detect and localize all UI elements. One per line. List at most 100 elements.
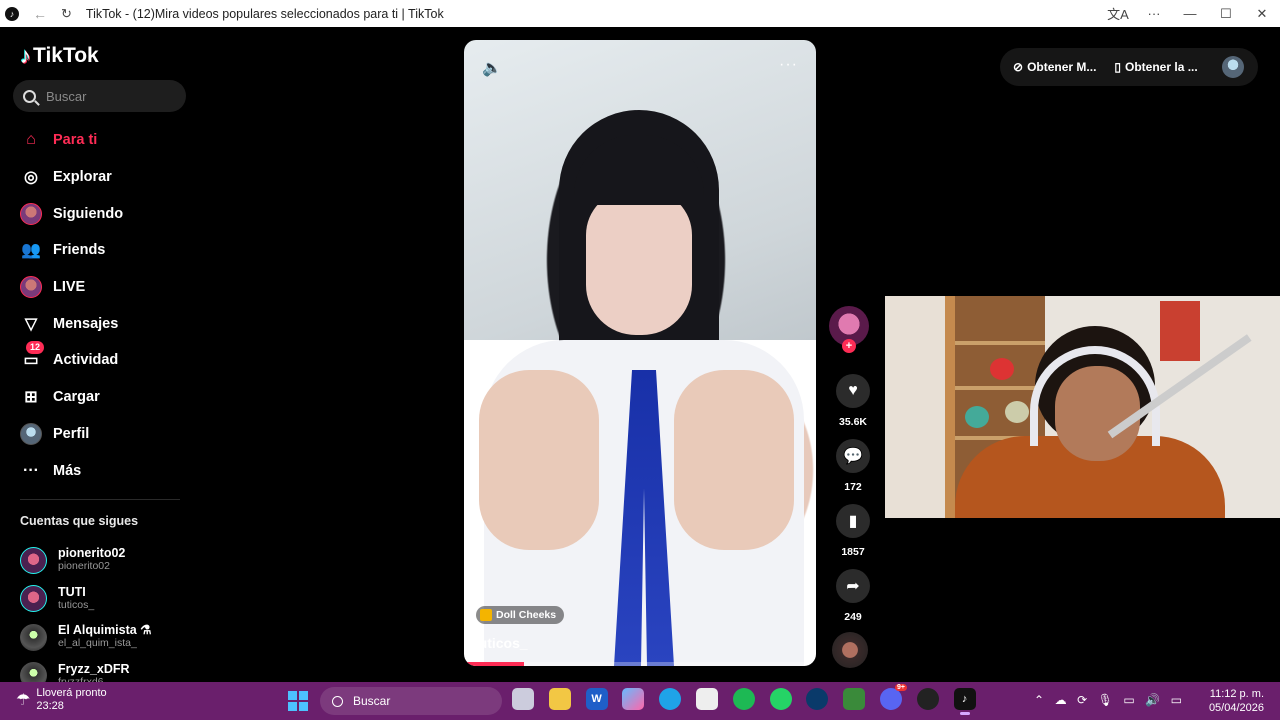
account-avatar <box>20 662 47 682</box>
follow-plus-icon[interactable]: + <box>842 339 856 353</box>
spotify-icon[interactable] <box>732 688 755 710</box>
word-icon[interactable]: W <box>585 688 608 710</box>
webcam-overlay <box>885 296 1280 518</box>
friends-icon: 👥 <box>21 242 41 260</box>
display-icon[interactable]: ▭ <box>1123 693 1134 707</box>
app-icon[interactable] <box>806 688 829 710</box>
task-view-icon[interactable] <box>512 688 534 710</box>
taskbar-search-label: Buscar <box>353 694 391 708</box>
following-account[interactable]: Fryzz_xDFR fryzzfrxd6 <box>20 657 200 682</box>
nav-label: Explorar <box>53 169 112 186</box>
clock-date: 05/04/2026 <box>1208 702 1264 714</box>
cam-toy <box>965 406 989 428</box>
clock-time: 11:12 p. m. <box>1209 688 1264 700</box>
video-progress-bar[interactable] <box>464 662 816 666</box>
get-desktop-label: Obtener la ... <box>1125 60 1198 74</box>
close-button[interactable]: ✕ <box>1244 6 1280 22</box>
nav-item-live[interactable]: LIVE <box>0 269 200 306</box>
following-account[interactable]: TUTI tuticos_ <box>20 580 200 619</box>
following-avatar <box>20 202 42 225</box>
mic-icon[interactable]: 🎙 <box>1098 693 1113 707</box>
translate-icon[interactable]: 文A <box>1100 4 1136 23</box>
music-disc-icon[interactable] <box>832 632 868 668</box>
nav-label: Cargar <box>53 389 100 406</box>
video-player[interactable]: 🔈 ··· Doll Cheeks tuticos_ <box>464 40 816 666</box>
more-icon: ··· <box>23 461 39 479</box>
sidebar: ♪ TikTok Buscar ⌂ Para ti ◎ Explorar Sig… <box>0 27 200 682</box>
search-placeholder: Buscar <box>46 88 87 104</box>
obs-icon[interactable] <box>916 688 939 710</box>
volume-icon[interactable]: 🔈 <box>482 58 502 78</box>
comment-action[interactable]: 💬 172 <box>833 439 873 493</box>
phone-icon: ▯ <box>1114 60 1122 74</box>
back-arrow-icon[interactable]: ← <box>33 6 47 22</box>
whatsapp-icon[interactable] <box>769 688 792 710</box>
get-app-button[interactable]: ⊘ Obtener M... <box>1013 60 1096 74</box>
following-account[interactable]: El Alquimista ⚗ el_al_quim_ista_ <box>20 618 200 657</box>
store-icon[interactable] <box>695 688 718 710</box>
nav-item-cargar[interactable]: ⊞ Cargar <box>0 379 200 416</box>
following-account[interactable]: pionerito02 pionerito02 <box>20 541 200 580</box>
heart-icon[interactable]: ♥ <box>836 374 870 408</box>
following-list: pionerito02 pionerito02 TUTI tuticos_ El A… <box>20 541 200 682</box>
nav-item-actividad[interactable]: ▭ 12 Actividad <box>0 341 200 379</box>
get-desktop-app-button[interactable]: ▯ Obtener la ... <box>1114 60 1197 74</box>
account-name: pionerito02 <box>58 546 126 561</box>
rain-cloud-icon: ☂ <box>16 692 31 709</box>
account-username: el_al_quim_ista_ <box>58 637 137 650</box>
nav-item-para-ti[interactable]: ⌂ Para ti <box>0 122 200 159</box>
battery-icon[interactable]: ▭ <box>1171 693 1182 707</box>
speaker-icon[interactable]: 🔊 <box>1145 693 1160 707</box>
video-frame-hand <box>674 370 794 550</box>
bookmark-icon[interactable]: ▮ <box>836 504 870 538</box>
weather-widget[interactable]: ☂ Lloverá pronto 23:28 <box>16 687 107 713</box>
minimize-button[interactable]: — <box>1172 6 1208 21</box>
user-avatar[interactable] <box>1222 56 1244 78</box>
creator-avatar[interactable]: + <box>829 306 869 353</box>
comment-icon[interactable]: 💬 <box>836 439 870 473</box>
search-input[interactable]: Buscar <box>13 80 186 112</box>
reload-icon[interactable]: ↻ <box>61 6 72 22</box>
share-icon[interactable]: ➦ <box>836 569 870 603</box>
cloud-icon[interactable]: ☁ <box>1055 693 1067 707</box>
account-avatar <box>20 546 47 574</box>
discord-icon[interactable]: 9+ <box>879 684 907 710</box>
taskbar-search[interactable]: Buscar <box>320 687 502 715</box>
plus-square-icon: ⊞ <box>24 389 38 407</box>
live-avatar <box>20 276 42 299</box>
windows-start-icon[interactable] <box>288 691 308 711</box>
video-actions: + ♥ 35.6K 💬 172 ▮ 1857 ➦ 249 <box>829 306 871 668</box>
file-explorer-icon[interactable] <box>548 688 571 710</box>
minecraft-icon[interactable] <box>843 688 866 710</box>
share-action[interactable]: ➦ 249 <box>833 569 873 623</box>
nav-item-perfil[interactable]: Perfil <box>0 416 200 453</box>
comment-count: 172 <box>844 481 862 493</box>
video-frame-hand <box>479 370 599 550</box>
nav-item-siguiendo[interactable]: Siguiendo <box>0 195 200 232</box>
edge-icon[interactable] <box>659 688 682 710</box>
tiktok-logo[interactable]: ♪ TikTok <box>20 43 99 69</box>
window-title: TikTok - (12)Mira videos populares selec… <box>85 6 444 21</box>
like-action[interactable]: ♥ 35.6K <box>833 374 873 428</box>
app-icon: ⊘ <box>1013 60 1024 74</box>
video-author[interactable]: tuticos_ <box>474 635 528 651</box>
nav-item-mas[interactable]: ··· Más <box>0 452 200 489</box>
maximize-button[interactable]: ☐ <box>1208 6 1244 22</box>
account-name: El Alquimista ⚗ <box>58 623 152 638</box>
nav-item-explorar[interactable]: ◎ Explorar <box>0 159 200 196</box>
sync-icon[interactable]: ⟳ <box>1077 693 1087 707</box>
activity-badge: 12 <box>26 341 45 355</box>
following-section-title: Cuentas que sigues <box>20 514 139 528</box>
taskbar-clock[interactable]: 11:12 p. m. 05/04/2026 <box>1209 687 1264 715</box>
account-avatar <box>20 623 47 651</box>
copilot-icon[interactable] <box>622 688 645 710</box>
save-action[interactable]: ▮ 1857 <box>833 504 873 558</box>
song-tag[interactable]: Doll Cheeks <box>476 606 565 624</box>
video-more-icon[interactable]: ··· <box>779 56 798 74</box>
tiktok-app-icon: ♪ <box>5 6 19 21</box>
nav-item-mensajes[interactable]: ▽ Mensajes <box>0 305 200 342</box>
tiktok-taskbar-icon[interactable]: ♪ <box>953 688 976 715</box>
nav-item-friends[interactable]: 👥 Friends <box>0 232 200 269</box>
chevron-up-icon[interactable]: ⌃ <box>1034 693 1044 707</box>
browser-more-icon[interactable]: ··· <box>1136 6 1172 21</box>
